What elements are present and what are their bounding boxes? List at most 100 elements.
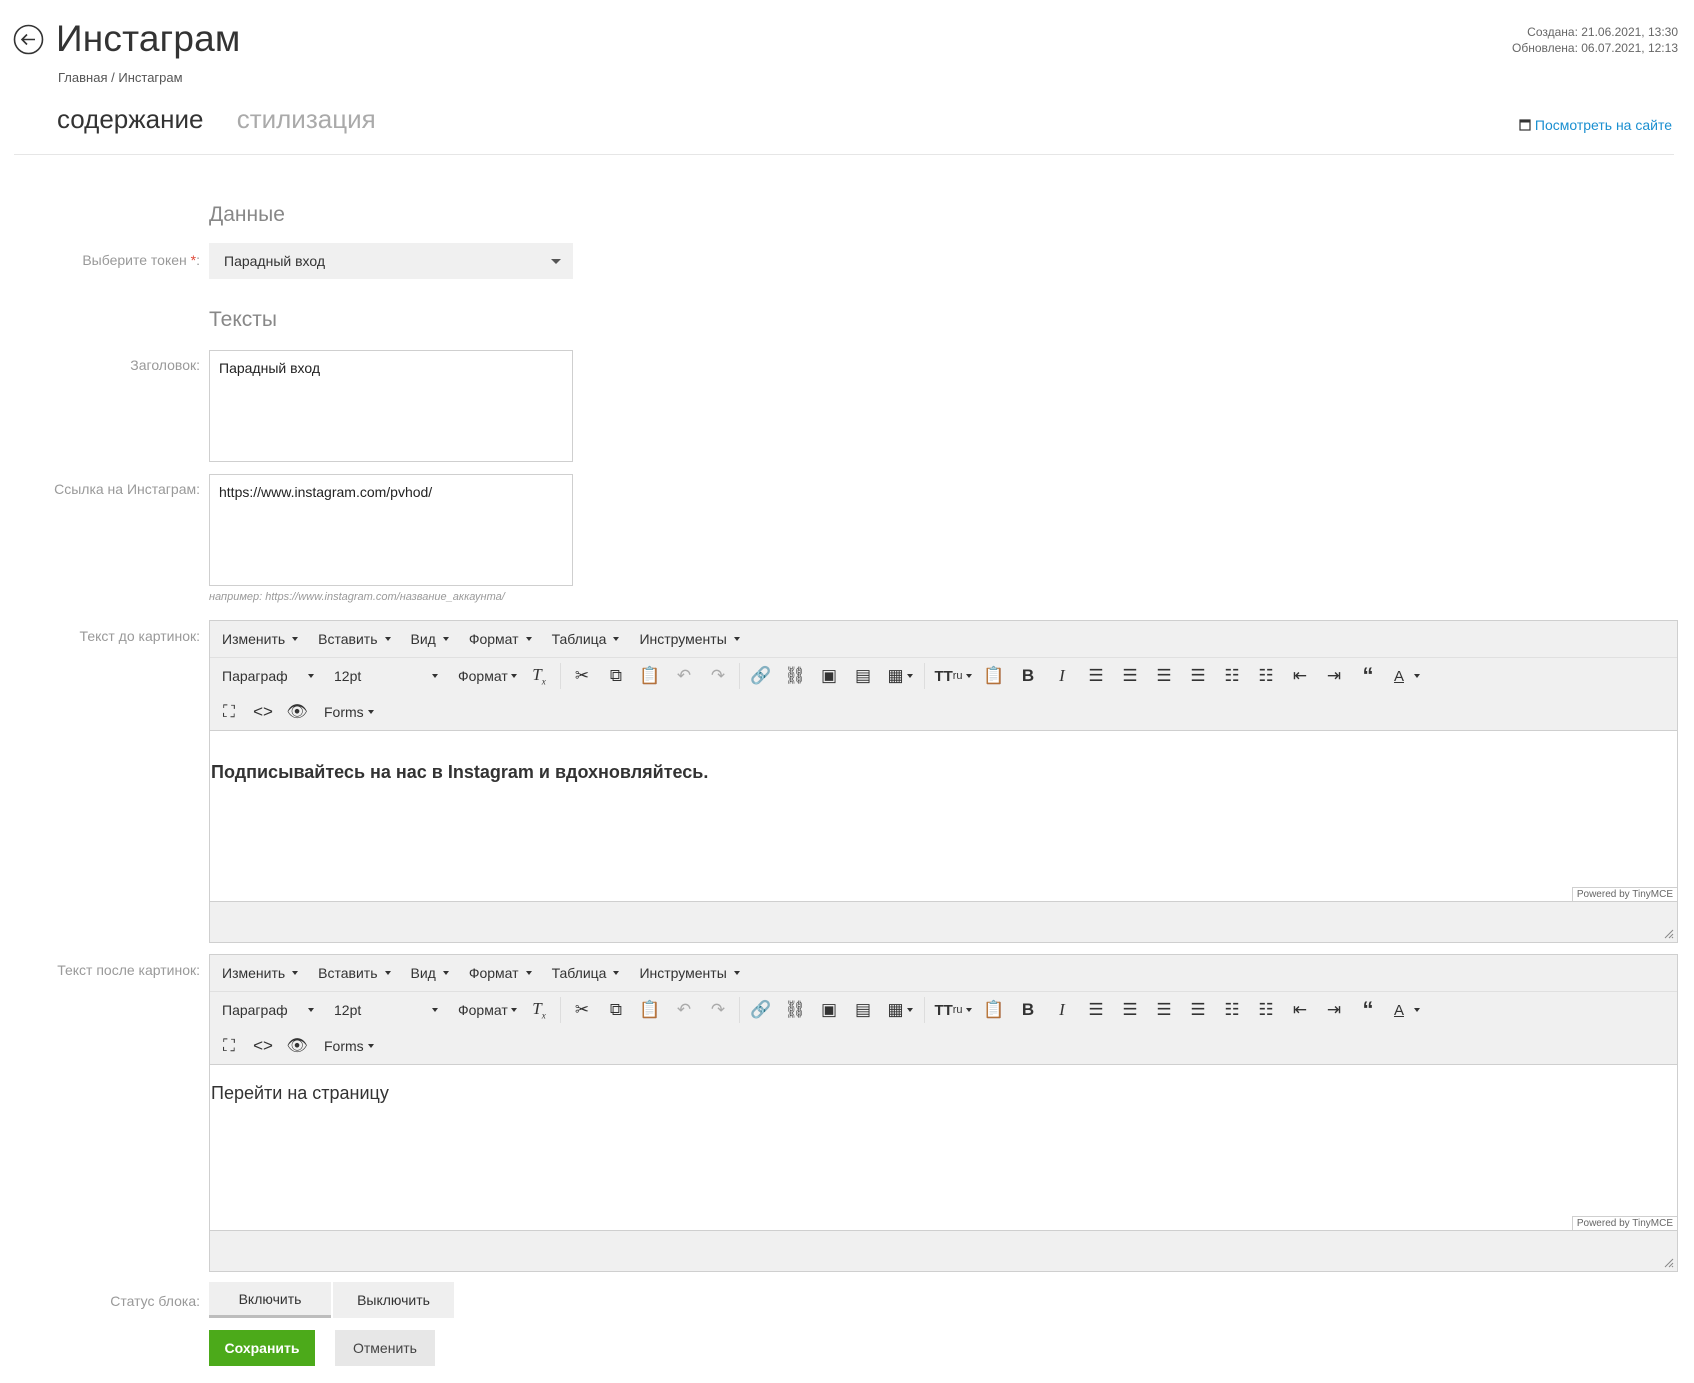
copy-icon[interactable]: ⧉ xyxy=(599,661,633,691)
align-right-icon[interactable]: ☰ xyxy=(1147,661,1181,691)
instagram-link-hint: например: https://www.instagram.com/назв… xyxy=(209,591,505,603)
menu-format[interactable]: Формат xyxy=(459,631,542,647)
cut-icon[interactable]: ✂ xyxy=(565,995,599,1025)
typography-icon[interactable]: TT ru xyxy=(929,661,977,691)
menu-edit[interactable]: Изменить xyxy=(212,965,308,981)
code-icon[interactable]: <> xyxy=(246,1031,280,1061)
table-icon[interactable]: ▦ xyxy=(880,995,920,1025)
view-on-site-link[interactable]: Посмотреть на сайте xyxy=(1519,117,1672,133)
align-justify-icon[interactable]: ☰ xyxy=(1181,661,1215,691)
menu-tools[interactable]: Инструменты xyxy=(629,631,749,647)
link-icon[interactable]: 🔗 xyxy=(744,661,778,691)
paste-icon[interactable]: 📋 xyxy=(633,995,667,1025)
clear-format-icon[interactable]: Tx xyxy=(522,661,556,691)
numbered-list-icon[interactable]: ☷ xyxy=(1249,661,1283,691)
image-icon[interactable]: ▣ xyxy=(812,661,846,691)
bullet-list-icon[interactable]: ☷ xyxy=(1215,661,1249,691)
align-left-icon[interactable]: ☰ xyxy=(1079,995,1113,1025)
paste-icon[interactable]: 📋 xyxy=(633,661,667,691)
preview-icon[interactable]: 👁 xyxy=(280,697,314,727)
text-color-icon[interactable]: A xyxy=(1385,995,1429,1025)
menu-table[interactable]: Таблица xyxy=(542,631,630,647)
paste-text-icon[interactable]: 📋 xyxy=(977,661,1011,691)
align-center-icon[interactable]: ☰ xyxy=(1113,661,1147,691)
indent-icon[interactable]: ⇥ xyxy=(1317,995,1351,1025)
align-left-icon[interactable]: ☰ xyxy=(1079,661,1113,691)
menu-view[interactable]: Вид xyxy=(401,631,459,647)
resize-handle-icon[interactable] xyxy=(1664,1258,1674,1268)
menu-insert[interactable]: Вставить xyxy=(308,965,400,981)
code-icon[interactable]: <> xyxy=(246,697,280,727)
redo-icon[interactable]: ↷ xyxy=(701,995,735,1025)
resize-handle-icon[interactable] xyxy=(1664,929,1674,939)
font-size-select[interactable]: 12pt xyxy=(324,1002,448,1018)
bold-icon[interactable]: B xyxy=(1011,995,1045,1025)
undo-icon[interactable]: ↶ xyxy=(667,661,701,691)
media-icon[interactable]: ▤ xyxy=(846,995,880,1025)
text-before-editor: Изменить Вставить Вид Формат Таблица Инс… xyxy=(209,620,1678,943)
preview-icon[interactable]: 👁 xyxy=(280,1031,314,1061)
instagram-link-field[interactable]: https://www.instagram.com/pvhod/ xyxy=(209,474,573,586)
format-dropdown[interactable]: Формат xyxy=(448,668,522,684)
table-icon[interactable]: ▦ xyxy=(880,661,920,691)
media-icon[interactable]: ▤ xyxy=(846,661,880,691)
cut-icon[interactable]: ✂ xyxy=(565,661,599,691)
menu-table[interactable]: Таблица xyxy=(542,965,630,981)
fullscreen-icon[interactable]: ⛶ xyxy=(212,1031,246,1061)
editor-content-area[interactable]: Перейти на страницу Powered by TinyMCE xyxy=(210,1064,1677,1231)
unlink-icon[interactable]: ⛓ xyxy=(778,995,812,1025)
align-justify-icon[interactable]: ☰ xyxy=(1181,995,1215,1025)
block-format-select[interactable]: Параграф xyxy=(212,668,324,684)
italic-icon[interactable]: I xyxy=(1045,995,1079,1025)
tab-content[interactable]: содержание xyxy=(57,104,203,135)
unlink-icon[interactable]: ⛓ xyxy=(778,661,812,691)
bold-icon[interactable]: B xyxy=(1011,661,1045,691)
bullet-list-icon[interactable]: ☷ xyxy=(1215,995,1249,1025)
section-title-data: Данные xyxy=(209,203,285,226)
editor-statusbar xyxy=(210,1231,1677,1271)
italic-icon[interactable]: I xyxy=(1045,661,1079,691)
paste-text-icon[interactable]: 📋 xyxy=(977,995,1011,1025)
text-after-label: Текст после картинок: xyxy=(57,962,200,978)
redo-icon[interactable]: ↷ xyxy=(701,661,735,691)
outdent-icon[interactable]: ⇤ xyxy=(1283,661,1317,691)
copy-icon[interactable]: ⧉ xyxy=(599,995,633,1025)
title-field[interactable]: Парадный вход xyxy=(209,350,573,462)
menu-format[interactable]: Формат xyxy=(459,965,542,981)
blockquote-icon[interactable]: “ xyxy=(1351,661,1385,691)
save-button[interactable]: Сохранить xyxy=(209,1330,315,1366)
text-color-icon[interactable]: A xyxy=(1385,661,1429,691)
tab-styling[interactable]: стилизация xyxy=(237,104,376,135)
align-right-icon[interactable]: ☰ xyxy=(1147,995,1181,1025)
forms-dropdown[interactable]: Forms xyxy=(314,704,384,720)
menu-insert[interactable]: Вставить xyxy=(308,631,400,647)
align-center-icon[interactable]: ☰ xyxy=(1113,995,1147,1025)
indent-icon[interactable]: ⇥ xyxy=(1317,661,1351,691)
menu-view[interactable]: Вид xyxy=(401,965,459,981)
window-icon xyxy=(1519,119,1531,131)
breadcrumb-home-link[interactable]: Главная xyxy=(58,70,107,85)
clear-format-icon[interactable]: Tx xyxy=(522,995,556,1025)
font-size-select[interactable]: 12pt xyxy=(324,668,448,684)
typography-icon[interactable]: TT ru xyxy=(929,995,977,1025)
outdent-icon[interactable]: ⇤ xyxy=(1283,995,1317,1025)
status-off-button[interactable]: Выключить xyxy=(333,1282,454,1318)
cancel-button[interactable]: Отменить xyxy=(335,1330,435,1366)
image-icon[interactable]: ▣ xyxy=(812,995,846,1025)
status-on-button[interactable]: Включить xyxy=(209,1282,331,1318)
format-dropdown[interactable]: Формат xyxy=(448,1002,522,1018)
block-format-select[interactable]: Параграф xyxy=(212,1002,324,1018)
blockquote-icon[interactable]: “ xyxy=(1351,995,1385,1025)
editor-content-area[interactable]: Подписывайтесь на нас в Instagram и вдох… xyxy=(210,730,1677,902)
token-select[interactable]: Парадный вход xyxy=(209,243,573,279)
numbered-list-icon[interactable]: ☷ xyxy=(1249,995,1283,1025)
editor-content: Подписывайтесь на нас в Instagram и вдох… xyxy=(211,762,709,782)
link-icon[interactable]: 🔗 xyxy=(744,995,778,1025)
menu-edit[interactable]: Изменить xyxy=(212,631,308,647)
undo-icon[interactable]: ↶ xyxy=(667,995,701,1025)
editor-toolbar: Параграф 12pt Формат Tx ✂ ⧉ 📋 ↶ ↷ 🔗 ⛓ ▣ … xyxy=(210,992,1677,1028)
forms-dropdown[interactable]: Forms xyxy=(314,1038,384,1054)
back-arrow-icon[interactable] xyxy=(13,24,44,55)
fullscreen-icon[interactable]: ⛶ xyxy=(212,697,246,727)
menu-tools[interactable]: Инструменты xyxy=(629,965,749,981)
